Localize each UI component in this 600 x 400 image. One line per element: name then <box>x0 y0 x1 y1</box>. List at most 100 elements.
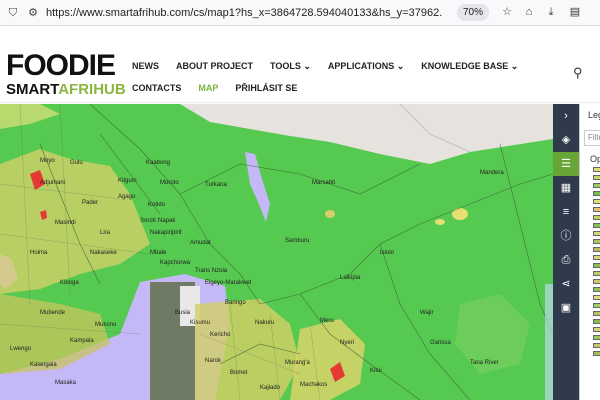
map-place-label: Nakuru <box>255 320 274 326</box>
pocket-icon[interactable]: ⌂ <box>522 5 536 19</box>
legend-swatch <box>593 279 600 284</box>
nav-item-tools[interactable]: TOOLS ⌄ <box>270 61 311 72</box>
nav-item-applications[interactable]: APPLICATIONS ⌄ <box>328 61 404 72</box>
download-icon[interactable]: ⤓ <box>544 5 558 19</box>
legend-swatch <box>593 199 600 204</box>
map-place-label: Mandera <box>480 170 504 176</box>
map-place-label: Bomet <box>230 370 248 376</box>
search-icon[interactable]: ⚲ <box>573 65 583 81</box>
map-canvas[interactable]: Kaabong Moyo Adjumani Kitgum Pader Agago Kotid… <box>0 104 553 400</box>
map-place-label: Napak <box>158 218 176 224</box>
map-place-label: Kapchorwa <box>160 260 191 266</box>
legend-swatch <box>593 343 600 348</box>
legend-swatch <box>593 311 600 316</box>
bookmark-star-icon[interactable]: ☆ <box>500 5 514 19</box>
site-settings-icon[interactable]: ⚙ <box>26 6 40 20</box>
legend-swatch <box>593 287 600 292</box>
legend-swatch <box>593 351 600 356</box>
map-place-label: Kiboga <box>60 280 79 286</box>
map-place-label: Moyo <box>40 158 55 164</box>
map-place-label: Busia <box>175 310 191 316</box>
legend-swatch <box>593 255 600 260</box>
map-place-label: Pader <box>82 200 98 206</box>
collapse-arrow-icon[interactable]: › <box>553 104 579 128</box>
map-place-label: Murang'a <box>285 360 310 366</box>
legend-swatch <box>593 223 600 228</box>
legend-swatch <box>593 191 600 196</box>
map-place-label: Kampala <box>70 338 94 344</box>
layers-icon[interactable]: ◈ <box>553 128 579 152</box>
extensions-icon[interactable]: ▤ <box>568 5 582 19</box>
nav-item-map[interactable]: MAP <box>198 83 218 93</box>
main-nav: NEWS ABOUT PROJECT TOOLS ⌄ APPLICATIONS ⌄ KN… <box>132 55 552 99</box>
share-icon[interactable]: ⋖ <box>553 272 579 296</box>
legend-list-icon[interactable]: ☰ <box>553 152 579 176</box>
map-place-label: Amudat <box>190 240 211 246</box>
map-place-label: Masindi <box>55 220 76 226</box>
map-place-label: Tana River <box>470 360 499 366</box>
map-place-label: Kotido <box>148 202 166 208</box>
map-place-label: Soroti <box>140 218 156 224</box>
map-place-label: Laikipia <box>340 275 361 281</box>
legend-swatch <box>593 271 600 276</box>
legend-swatch <box>593 247 600 252</box>
map-sidebar-toolbar: › ◈ ☰ ▦ ≡ ⓘ ⎙ ⋖ ▣ <box>553 104 579 400</box>
map-place-label: Marsabit <box>312 180 335 186</box>
print-icon[interactable]: ⎙ <box>553 248 579 272</box>
map-place-label: Machakos <box>300 382 327 388</box>
legend-filter-input[interactable]: Filte <box>584 130 600 146</box>
legend-swatch <box>593 175 600 180</box>
map-place-label: Agago <box>118 194 136 200</box>
legend-swatch <box>593 319 600 324</box>
map-place-label: Hoima <box>30 250 48 256</box>
legend-panel: Leg Filte Op <box>579 104 600 400</box>
map-place-label: Trans Nzoia <box>195 268 228 274</box>
map-place-label: Meru <box>320 318 334 324</box>
map-place-label: Samburu <box>285 238 309 244</box>
map-place-label: Moroto <box>160 180 179 186</box>
map-place-label: Kaabong <box>146 160 170 166</box>
browser-url-bar: ⛉ ⚙ https://www.smartafrihub.com/cs/map1… <box>0 0 600 26</box>
map-icon[interactable]: ▦ <box>553 176 579 200</box>
legend-swatch <box>593 183 600 188</box>
map-place-label: Masaka <box>55 380 77 386</box>
map-place-label: Nakapiripirit <box>150 230 182 236</box>
map-place-label: Mbale <box>150 250 167 256</box>
legend-swatch <box>593 239 600 244</box>
map-place-label: Nakaseke <box>90 250 117 256</box>
nav-item-knowledge-base[interactable]: KNOWLEDGE BASE ⌄ <box>421 61 518 72</box>
legend-swatch <box>593 335 600 340</box>
legend-swatch <box>593 231 600 236</box>
legend-swatch <box>593 167 600 172</box>
nav-item-about-project[interactable]: ABOUT PROJECT <box>176 61 253 71</box>
legend-section-label: Op <box>590 154 600 164</box>
map-place-label: Gulu <box>70 160 83 166</box>
nav-item-p-ihl-sit-se[interactable]: PŘIHLÁSIT SE <box>235 83 297 93</box>
map-place-label: Lira <box>100 230 111 236</box>
database-icon[interactable]: ≡ <box>553 200 579 224</box>
map-place-label: Mubende <box>40 310 66 316</box>
map-place-label: Elgeyo-Marakwet <box>205 280 252 286</box>
info-icon[interactable]: ⓘ <box>553 224 579 248</box>
shield-icon[interactable]: ⛉ <box>6 6 20 20</box>
zoom-level-badge[interactable]: 70% <box>457 4 490 21</box>
legend-swatch <box>593 295 600 300</box>
url-field[interactable]: https://www.smartafrihub.com/cs/map1?hs_… <box>46 7 442 19</box>
site-logo[interactable]: FOODIE SMARTAFRIHUB <box>6 49 126 98</box>
logo-line1: FOODIE <box>6 49 116 82</box>
map-place-label: Adjumani <box>40 180 65 186</box>
nav-item-news[interactable]: NEWS <box>132 61 159 71</box>
logo-line2: SMARTAFRIHUB <box>6 81 126 98</box>
map-place-label: Mukono <box>95 322 117 328</box>
legend-swatch <box>593 263 600 268</box>
legend-title: Leg <box>588 110 600 120</box>
legend-swatch <box>593 327 600 332</box>
map-place-label: Kajiado <box>260 385 281 391</box>
map-place-label: Kericho <box>210 332 231 338</box>
map-place-label: Nyeri <box>340 340 354 346</box>
legend-swatch <box>593 207 600 212</box>
map-place-label: Kalangala <box>30 362 57 368</box>
site-header: FOODIE SMARTAFRIHUB NEWS ABOUT PROJECT TOO… <box>0 27 600 103</box>
nav-item-contacts[interactable]: CONTACTS <box>132 83 181 93</box>
save-icon[interactable]: ▣ <box>553 296 579 320</box>
